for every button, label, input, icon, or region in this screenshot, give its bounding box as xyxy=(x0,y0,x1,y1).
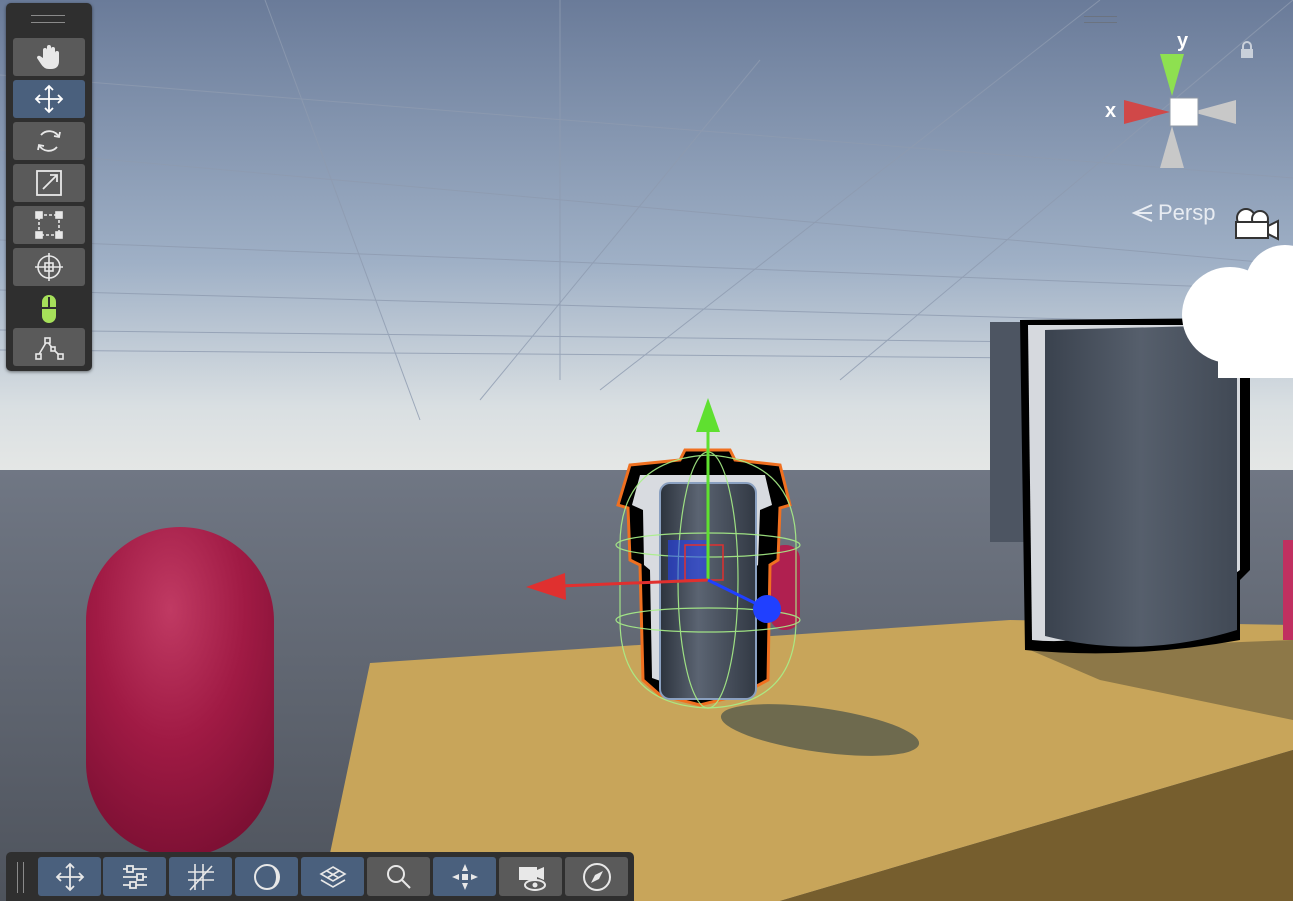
compass-button[interactable] xyxy=(565,857,628,896)
layers-icon xyxy=(318,865,347,888)
capsule-object[interactable] xyxy=(86,527,274,857)
settings-sliders-icon xyxy=(122,864,147,889)
rotate-tool-button[interactable] xyxy=(13,122,85,160)
move-arrows-icon xyxy=(34,84,64,114)
tools-panel xyxy=(6,3,92,371)
overlay-drag-handle[interactable] xyxy=(1084,16,1117,23)
capsule-object-right[interactable] xyxy=(1283,540,1293,640)
move-arrows-icon xyxy=(55,862,84,891)
big-cylinder-object[interactable] xyxy=(990,318,1250,654)
search-button[interactable] xyxy=(367,857,430,896)
y-axis-cone[interactable] xyxy=(1160,54,1184,96)
search-icon xyxy=(386,864,411,889)
rect-tool-button[interactable] xyxy=(13,206,85,244)
scene-gizmo-button[interactable] xyxy=(433,857,496,896)
toolbar-drag-handle[interactable] xyxy=(17,862,24,893)
camera-visibility-icon xyxy=(518,866,546,891)
camera-visibility-button[interactable] xyxy=(499,857,562,896)
move-tool-button[interactable] xyxy=(13,80,85,118)
scale-icon xyxy=(36,170,62,196)
scale-tool-button[interactable] xyxy=(13,164,85,202)
scene-gizmo-icon xyxy=(451,863,478,890)
neg-y-axis-cone[interactable] xyxy=(1160,126,1184,168)
settings-button[interactable] xyxy=(103,857,166,896)
x-axis-cone[interactable] xyxy=(1124,100,1170,124)
custom-tool-button[interactable] xyxy=(13,328,85,366)
projection-toggle[interactable]: Persp xyxy=(1130,198,1215,228)
layers-button[interactable] xyxy=(301,857,364,896)
rect-transform-icon xyxy=(35,211,63,239)
grid-snap-icon xyxy=(187,863,214,891)
neg-x-axis-cone[interactable] xyxy=(1192,100,1236,124)
shading-mode-button[interactable] xyxy=(235,857,298,896)
rotate-icon xyxy=(37,130,61,152)
path-icon xyxy=(35,337,64,360)
hand-icon xyxy=(36,45,59,69)
view-tool-button[interactable] xyxy=(13,38,85,76)
transform-tool-button[interactable] xyxy=(13,248,85,286)
mouse-icon xyxy=(42,295,56,323)
custom-editor-tool-button[interactable] xyxy=(13,290,85,328)
orientation-gizmo[interactable]: y x xyxy=(1100,30,1245,175)
move-overlay-button[interactable] xyxy=(38,857,101,896)
transform-icon xyxy=(35,253,63,281)
compass-icon xyxy=(582,862,611,891)
grid-snap-button[interactable] xyxy=(169,857,232,896)
camera-icon[interactable] xyxy=(1232,206,1280,244)
shading-sphere-icon xyxy=(253,863,280,890)
chevron-left-icon xyxy=(1131,204,1153,222)
bottom-toolbar xyxy=(6,852,634,901)
center-cube[interactable] xyxy=(1169,97,1199,127)
x-axis-label: x xyxy=(1105,100,1117,122)
projection-label: Persp xyxy=(1158,200,1216,225)
panel-drag-handle[interactable] xyxy=(31,15,65,23)
y-axis-label: y xyxy=(1177,30,1189,52)
